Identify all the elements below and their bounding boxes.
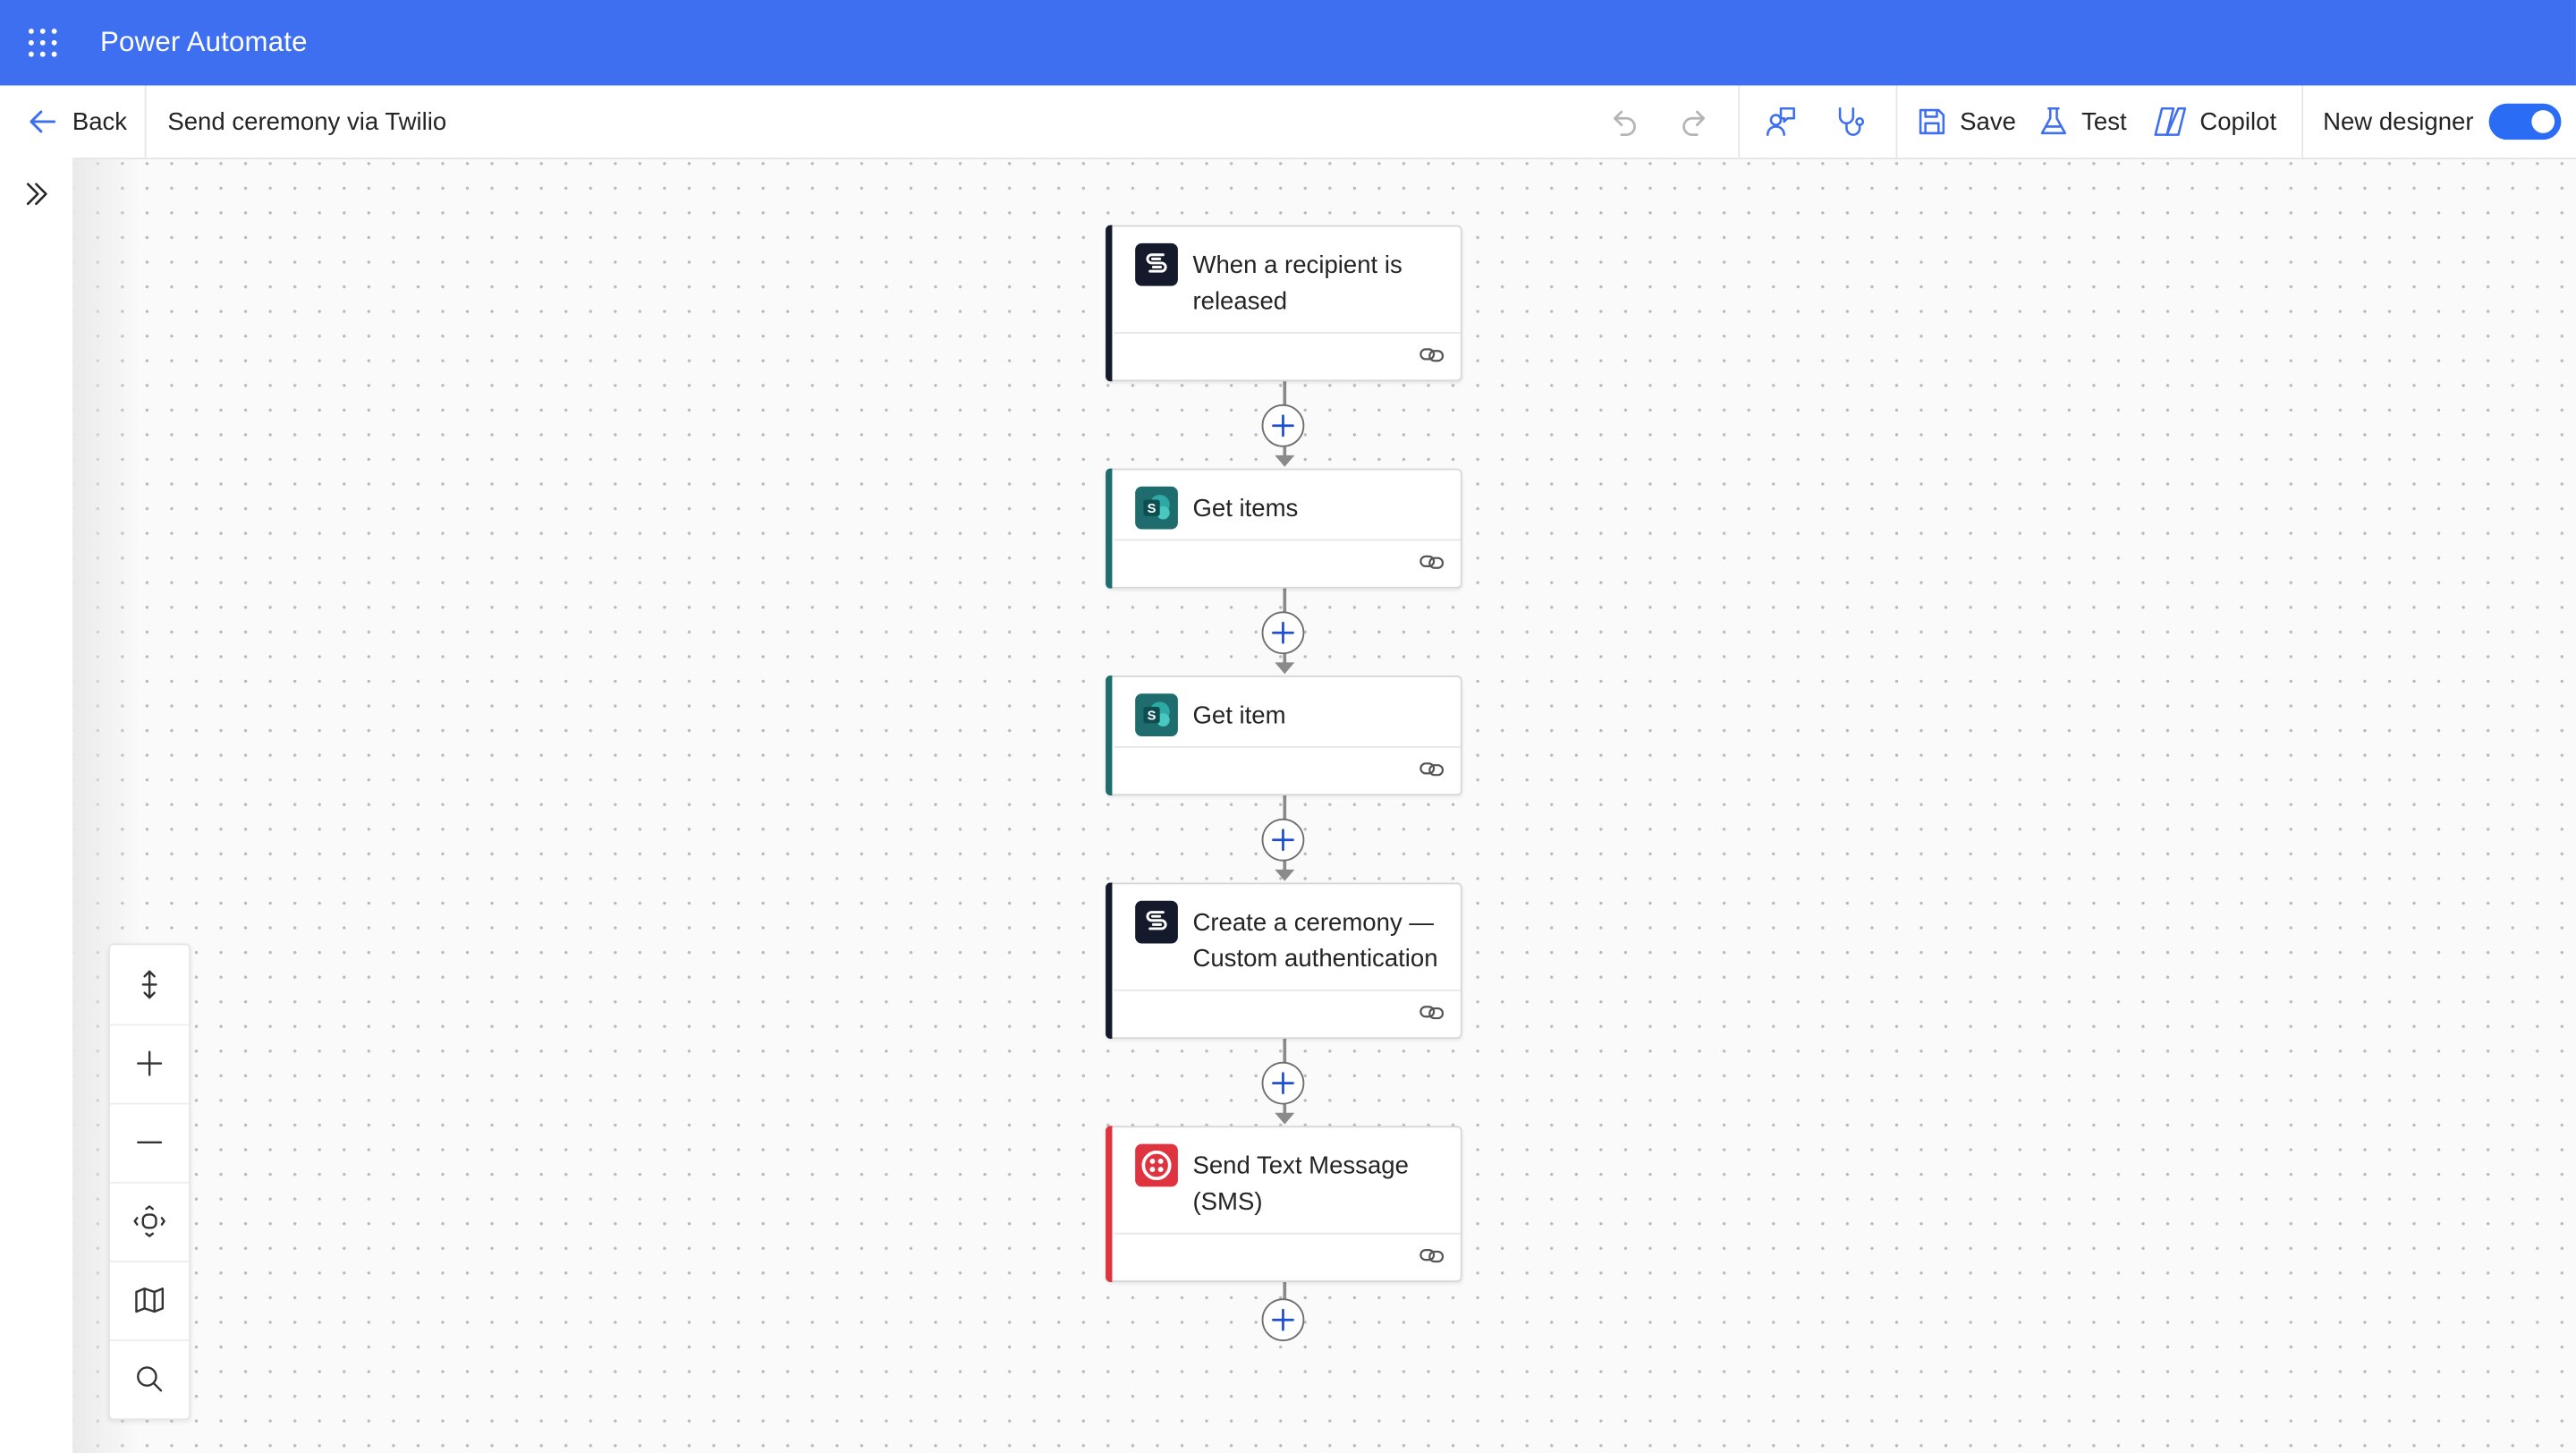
back-label: Back (72, 107, 128, 136)
add-step-button[interactable] (1261, 1298, 1305, 1342)
test-button[interactable]: Test (2038, 86, 2127, 158)
divider (1895, 85, 1898, 158)
step-title: When a recipient is released (1192, 251, 1402, 316)
flow-step-get-items[interactable]: S Get items (1106, 468, 1462, 589)
signnow-icon (1135, 900, 1178, 944)
step-footer (1114, 1232, 1461, 1280)
minimap-button[interactable] (110, 1261, 190, 1342)
connector-arrow (1275, 455, 1295, 467)
beaker-icon (2040, 106, 2067, 135)
connector-arrow (1275, 1112, 1295, 1125)
canvas-controls (108, 943, 191, 1421)
step-title: Create a ceremony — Custom authenticatio… (1192, 908, 1438, 973)
sharepoint-icon: S (1135, 693, 1178, 737)
flow-step-create-ceremony[interactable]: Create a ceremony — Custom authenticatio… (1106, 882, 1462, 1040)
expand-vertical-icon (141, 970, 157, 999)
plus-icon (137, 1050, 163, 1076)
feedback-button[interactable] (1765, 86, 1798, 158)
step-title: Get items (1192, 494, 1299, 523)
step-footer (1114, 332, 1461, 379)
arrow-left-icon (30, 110, 56, 133)
link-icon[interactable] (1419, 347, 1445, 363)
link-icon[interactable] (1419, 554, 1445, 570)
app-header: Power Automate (0, 0, 2576, 86)
fit-vertical-button[interactable] (110, 945, 190, 1026)
flow-name[interactable]: Send ceremony via Twilio (167, 86, 446, 158)
flow-step-send-sms[interactable]: Send Text Message (SMS) (1106, 1126, 1462, 1282)
floppy-disk-icon (1919, 108, 1945, 135)
save-label: Save (1960, 107, 2017, 136)
app-launcher-icon[interactable] (28, 28, 57, 57)
zoom-out-button[interactable] (110, 1103, 190, 1184)
step-footer (1114, 539, 1461, 587)
save-button[interactable]: Save (1916, 86, 2016, 158)
new-designer-toggle[interactable] (2488, 103, 2561, 140)
sharepoint-icon: S (1135, 486, 1178, 530)
test-label: Test (2081, 107, 2127, 136)
connector-line (1283, 1280, 1286, 1301)
link-icon[interactable] (1419, 1004, 1445, 1020)
stethoscope-icon (1838, 106, 1865, 136)
toggle-knob (2530, 110, 2555, 133)
back-button[interactable]: Back (26, 86, 127, 158)
step-accent (1106, 225, 1113, 382)
undo-icon (1614, 110, 1636, 137)
plus-circle-icon (1272, 1072, 1294, 1095)
plus-circle-icon (1272, 1308, 1294, 1331)
pan-arrows-icon (133, 1205, 165, 1237)
step-footer (1114, 989, 1461, 1037)
flow-step-trigger[interactable]: When a recipient is released (1106, 225, 1462, 382)
search-icon (137, 1366, 163, 1392)
step-accent (1106, 882, 1113, 1040)
zoom-in-button[interactable] (110, 1024, 190, 1105)
step-title: Send Text Message (SMS) (1192, 1151, 1409, 1217)
svg-text:S: S (1148, 710, 1157, 724)
divider (144, 85, 147, 158)
redo-icon (1682, 110, 1706, 137)
command-bar: Back Send ceremony via Twilio Save Test … (0, 85, 2576, 160)
chevron-double-right-icon[interactable] (21, 179, 51, 208)
divider (1738, 85, 1741, 158)
fit-view-button[interactable] (110, 1182, 190, 1262)
minus-icon (137, 1141, 163, 1143)
search-button[interactable] (110, 1339, 189, 1418)
link-icon[interactable] (1419, 761, 1445, 777)
flow-step-get-item[interactable]: S Get item (1106, 676, 1462, 796)
svg-text:S: S (1148, 502, 1157, 516)
divider (2301, 85, 2304, 158)
connector-arrow (1275, 662, 1295, 675)
step-footer (1114, 746, 1461, 794)
step-accent (1106, 468, 1113, 589)
step-title: Get item (1192, 701, 1286, 730)
add-step-button[interactable] (1261, 818, 1305, 862)
twilio-icon (1135, 1143, 1178, 1187)
person-feedback-icon (1767, 106, 1795, 136)
left-rail (0, 157, 74, 1453)
copilot-icon (2154, 106, 2187, 136)
connector-arrow (1275, 869, 1295, 881)
step-accent (1106, 676, 1113, 796)
new-designer-label: New designer (2323, 107, 2474, 136)
flow-name-text: Send ceremony via Twilio (167, 107, 447, 136)
app-title[interactable]: Power Automate (100, 26, 308, 59)
redo-button[interactable] (1679, 86, 1712, 158)
map-icon (135, 1287, 165, 1313)
signnow-icon (1135, 242, 1178, 286)
new-designer-toggle-group: New designer (2323, 86, 2561, 158)
step-accent (1106, 1126, 1113, 1282)
add-step-button[interactable] (1261, 1061, 1305, 1105)
flow-checker-button[interactable] (1835, 86, 1868, 158)
copilot-button[interactable]: Copilot (2152, 86, 2276, 158)
add-step-button[interactable] (1261, 611, 1305, 655)
copilot-label: Copilot (2199, 107, 2277, 136)
plus-circle-icon (1272, 828, 1294, 852)
add-step-button[interactable] (1261, 404, 1305, 447)
link-icon[interactable] (1419, 1247, 1445, 1263)
plus-circle-icon (1272, 621, 1294, 644)
plus-circle-icon (1272, 414, 1294, 438)
undo-button[interactable] (1606, 86, 1640, 158)
